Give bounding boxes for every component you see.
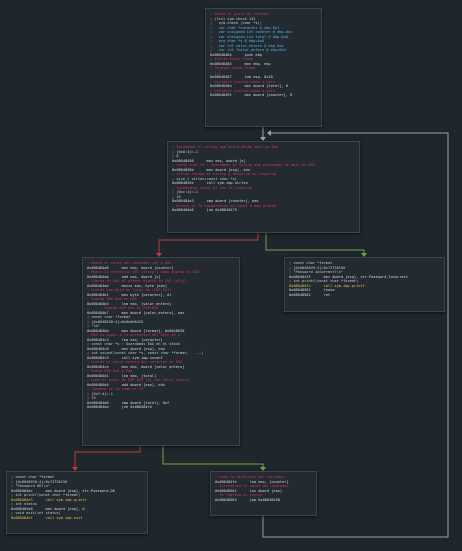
basic-block-password-incorrect[interactable]: ; const char *format; [0x8048649:4]=0x73…: [284, 257, 445, 312]
edge-arrowhead: [267, 130, 271, 136]
asm-line: 0x08048503 jmp 0x08048498: [215, 497, 280, 502]
asm-line: 0x080484a6 jae 0x08048475: [172, 208, 237, 212]
asm-line: 0x080484ef call sym.imp.exit: [11, 515, 83, 520]
basic-block-loop-body[interactable]: ; Mueve el valor del contador (0) a EAX 0…: [82, 257, 240, 446]
edge-condition-to-incorrect: [265, 233, 365, 256]
basic-block-loop-condition[interactable]: ; Carguemos el string que entra desde ma…: [167, 141, 360, 233]
basic-block-entry[interactable]: ; Quina al punto de retorno; (fcn) sym.c…: [205, 8, 322, 127]
asm-line: 0x080484da jne 0x080484fe: [87, 405, 152, 409]
edge-body-to-increment: [162, 446, 264, 470]
edge-condition-to-body: [158, 233, 259, 256]
basic-block-password-ok[interactable]: ; const char *format; [0x8048638:4]=0x73…: [6, 471, 148, 534]
edge-body-to-ok: [74, 446, 141, 470]
basic-block-increment-counter[interactable]: ; Sabe la direccion del contador 0x080484…: [210, 471, 317, 516]
asm-line: 0x08048502 ret: [289, 292, 331, 297]
asm-line: 0x08048491 mov dword [counter], 0: [210, 93, 293, 97]
